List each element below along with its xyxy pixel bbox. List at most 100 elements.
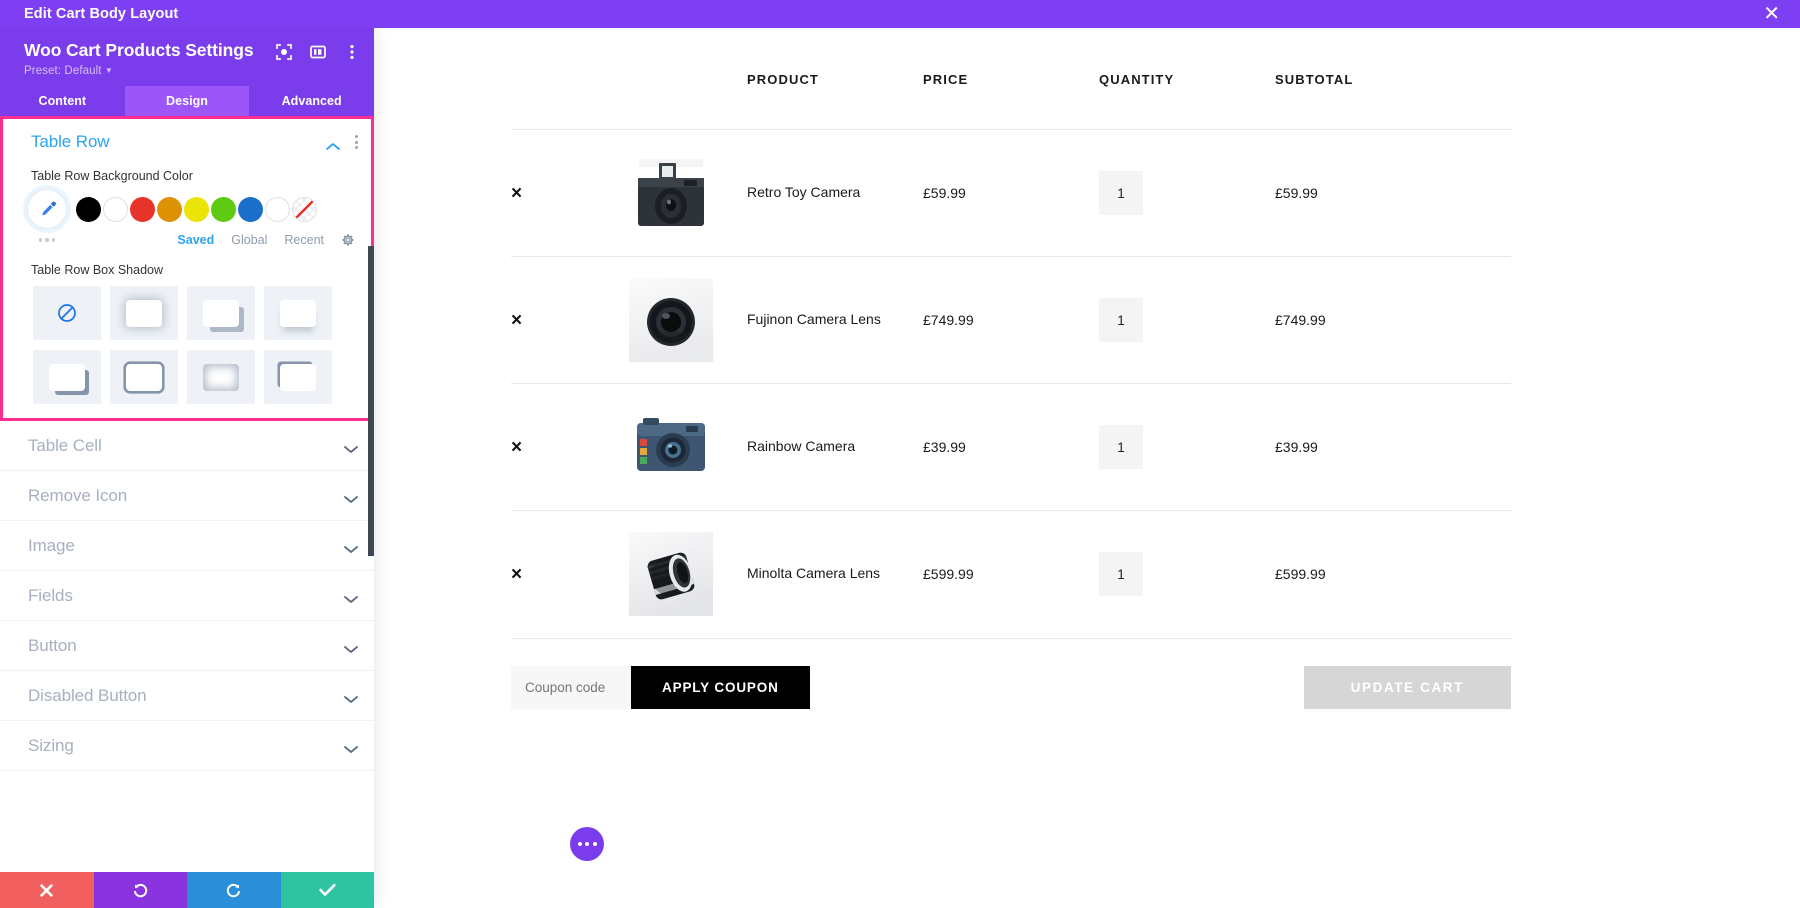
swatch-transparent[interactable]: [292, 197, 317, 222]
color-tab-recent[interactable]: Recent: [284, 233, 324, 247]
update-cart-button[interactable]: UPDATE CART: [1304, 666, 1511, 709]
remove-item-button[interactable]: ×: [511, 438, 522, 457]
box-shadow-preset-top-left-border[interactable]: [264, 350, 332, 404]
app-screen: Edit Cart Body Layout ✕ Woo Cart Product…: [0, 0, 1800, 908]
box-shadow-preset-none[interactable]: [33, 286, 101, 340]
tab-design[interactable]: Design: [125, 86, 250, 116]
product-thumbnail-fujinon-camera-lens[interactable]: [629, 278, 713, 362]
section-table-row: Table Row Table Row Background Color: [0, 119, 374, 421]
chevron-down-icon: [344, 541, 358, 550]
product-price-cell: £749.99: [923, 257, 1099, 384]
swatch-green[interactable]: [211, 197, 236, 222]
section-item-button[interactable]: Button: [0, 621, 374, 671]
save-button[interactable]: [281, 872, 375, 908]
table-row: ×: [511, 511, 1511, 638]
box-shadow-preset-inner-glow[interactable]: [187, 350, 255, 404]
quantity-input[interactable]: 1: [1099, 552, 1143, 596]
product-thumbnail-rainbow-camera[interactable]: [629, 405, 713, 489]
cart-table: PRODUCT PRICE QUANTITY SUBTOTAL ×: [511, 72, 1511, 638]
remove-item-button[interactable]: ×: [511, 565, 522, 584]
product-name-cell: Retro Toy Camera: [747, 130, 923, 257]
box-shadow-preset-offset-corner[interactable]: [33, 350, 101, 404]
quantity-input[interactable]: 1: [1099, 425, 1143, 469]
table-header-row: PRODUCT PRICE QUANTITY SUBTOTAL: [511, 72, 1511, 130]
swatch-yellow[interactable]: [184, 197, 209, 222]
section-list: Table Cell Remove Icon Image Fields Butt…: [0, 421, 374, 771]
chevron-up-icon[interactable]: [326, 138, 340, 147]
page-settings-fab[interactable]: [570, 827, 604, 861]
section-item-sizing[interactable]: Sizing: [0, 721, 374, 771]
section-item-table-cell[interactable]: Table Cell: [0, 421, 374, 471]
eyedropper-icon[interactable]: [27, 189, 67, 229]
focus-target-icon[interactable]: [275, 43, 292, 60]
swatch-white[interactable]: [265, 197, 290, 222]
product-thumbnail-minolta-camera-lens[interactable]: [629, 532, 713, 616]
panel-footer: [0, 872, 374, 908]
product-subtotal-cell: £59.99: [1275, 130, 1511, 257]
section-options-icon[interactable]: [354, 134, 358, 150]
chevron-down-icon: [344, 491, 358, 500]
section-item-fields[interactable]: Fields: [0, 571, 374, 621]
section-label: Table Cell: [28, 436, 344, 456]
scrollbar-thumb[interactable]: [368, 246, 374, 556]
layout-panel-icon[interactable]: [309, 43, 326, 60]
product-subtotal-cell: £749.99: [1275, 257, 1511, 384]
close-icon[interactable]: ✕: [1763, 4, 1784, 24]
apply-coupon-button[interactable]: APPLY COUPON: [631, 666, 810, 709]
product-thumbnail-retro-toy-camera[interactable]: [629, 151, 713, 235]
section-label: Image: [28, 536, 344, 556]
preset-selector[interactable]: Preset: Default ▼: [24, 65, 358, 77]
section-item-remove-icon[interactable]: Remove Icon: [0, 471, 374, 521]
section-item-disabled-button[interactable]: Disabled Button: [0, 671, 374, 721]
tab-advanced[interactable]: Advanced: [249, 86, 374, 116]
swatch-black[interactable]: [76, 197, 101, 222]
swatch-white-ring[interactable]: [103, 197, 128, 222]
panel-tabs: Content Design Advanced: [0, 86, 374, 116]
chevron-down-icon: [344, 691, 358, 700]
ellipsis-icon[interactable]: [27, 238, 67, 242]
box-shadow-preset-soft-glow[interactable]: [110, 286, 178, 340]
topbar-title: Edit Cart Body Layout: [16, 6, 178, 22]
vertical-ellipsis-icon[interactable]: [343, 43, 360, 60]
color-tab-saved[interactable]: Saved: [177, 233, 214, 247]
header-remove: [511, 72, 629, 130]
remove-item-button[interactable]: ×: [511, 184, 522, 203]
gear-icon[interactable]: [341, 233, 355, 247]
section-label: Sizing: [28, 736, 344, 756]
swatch-red[interactable]: [130, 197, 155, 222]
product-image-cell: [629, 511, 747, 638]
table-row: ×: [511, 257, 1511, 384]
product-price-cell: £39.99: [923, 384, 1099, 511]
box-shadow-preset-outline-bold[interactable]: [110, 350, 178, 404]
coupon-input[interactable]: [511, 666, 631, 709]
swatch-orange[interactable]: [157, 197, 182, 222]
section-item-image[interactable]: Image: [0, 521, 374, 571]
cancel-button[interactable]: [0, 872, 94, 908]
box-shadow-preset-bottom-right-hard[interactable]: [187, 286, 255, 340]
undo-button[interactable]: [94, 872, 188, 908]
panel-scrollbar[interactable]: [368, 116, 374, 872]
remove-cell: ×: [511, 130, 629, 257]
swatch-blue[interactable]: [238, 197, 263, 222]
remove-cell: ×: [511, 511, 629, 638]
section-label: Remove Icon: [28, 486, 344, 506]
chevron-down-icon: [344, 441, 358, 450]
quantity-input[interactable]: 1: [1099, 171, 1143, 215]
quantity-input[interactable]: 1: [1099, 298, 1143, 342]
tab-content[interactable]: Content: [0, 86, 125, 116]
product-price-cell: £59.99: [923, 130, 1099, 257]
color-swatch-row: [3, 183, 371, 229]
product-price-cell: £599.99: [923, 511, 1099, 638]
remove-cell: ×: [511, 257, 629, 384]
editor-topbar: Edit Cart Body Layout ✕: [0, 0, 1800, 28]
remove-item-button[interactable]: ×: [511, 311, 522, 330]
table-row: ×: [511, 130, 1511, 257]
color-tab-global[interactable]: Global: [231, 233, 267, 247]
box-shadow-preset-bottom-soft[interactable]: [264, 286, 332, 340]
panel-title: Woo Cart Products Settings: [24, 40, 253, 61]
box-shadow-preset-grid: [3, 277, 371, 404]
product-image-cell: [629, 384, 747, 511]
product-name-cell: Minolta Camera Lens: [747, 511, 923, 638]
redo-button[interactable]: [187, 872, 281, 908]
section-header-table-row[interactable]: Table Row: [3, 119, 371, 159]
